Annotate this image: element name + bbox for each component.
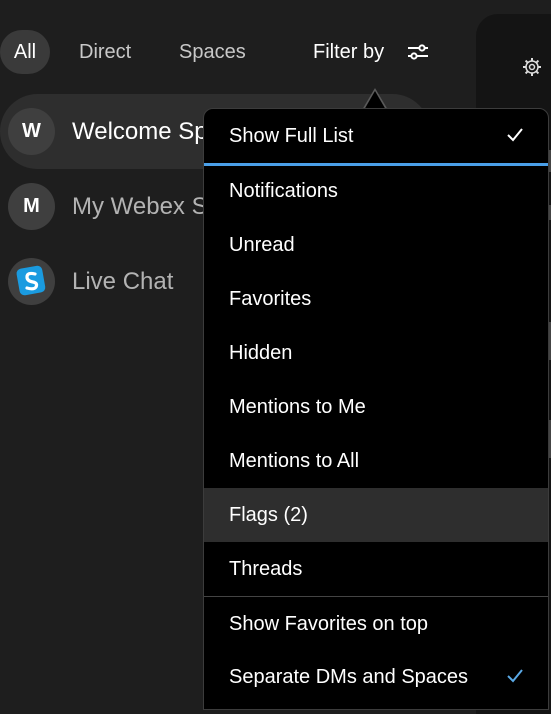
menu-item-label: Mentions to All <box>229 450 360 472</box>
menu-item-hidden[interactable]: Hidden <box>204 326 548 380</box>
menu-item-label: Favorites <box>229 288 312 310</box>
filter-sliders-icon <box>408 44 428 60</box>
menu-item-label: Show Favorites on top <box>229 613 428 635</box>
gear-icon[interactable] <box>522 57 542 77</box>
checkmark-icon <box>507 669 523 683</box>
menu-item-label: Flags (2) <box>229 504 308 526</box>
menu-item-threads[interactable]: Threads <box>204 542 548 596</box>
space-name: Live Chat <box>72 268 174 295</box>
menu-item-unread[interactable]: Unread <box>204 218 548 272</box>
menu-item-label: Show Full List <box>229 125 354 147</box>
webex-chat-logo-icon <box>16 265 46 296</box>
menu-item-flags[interactable]: Flags (2) <box>204 488 548 542</box>
checkmark-icon <box>507 128 523 142</box>
menu-item-mentions-to-all[interactable]: Mentions to All <box>204 434 548 488</box>
filter-by-label: Filter by <box>313 41 385 63</box>
menu-item-notifications[interactable]: Notifications <box>204 164 548 218</box>
menu-item-label: Separate DMs and Spaces <box>229 666 469 688</box>
menu-item-label: Notifications <box>229 180 338 202</box>
avatar: M <box>8 183 55 230</box>
space-name: Welcome Sp <box>72 118 208 145</box>
space-name: My Webex S <box>72 193 208 220</box>
menu-item-separate-dms-and-spaces[interactable]: Separate DMs and Spaces <box>204 650 548 704</box>
menu-item-show-favorites-on-top[interactable]: Show Favorites on top <box>204 597 548 651</box>
menu-item-label: Mentions to Me <box>229 396 366 418</box>
menu-item-label: Unread <box>229 234 295 256</box>
avatar <box>8 258 55 305</box>
menu-item-favorites[interactable]: Favorites <box>204 272 548 326</box>
menu-item-show-full-list[interactable]: Show Full List <box>204 109 548 163</box>
menu-item-mentions-to-me[interactable]: Mentions to Me <box>204 380 548 434</box>
tab-all[interactable]: All <box>0 30 50 74</box>
tab-spaces[interactable]: Spaces <box>179 30 246 74</box>
filter-by-button[interactable]: Filter by <box>313 30 428 74</box>
conversation-filter-tabs: All Direct Spaces Filter by <box>0 30 470 74</box>
filter-dropdown-menu: Show Full List Notifications Unread Favo… <box>203 108 549 710</box>
menu-item-label: Threads <box>229 558 303 580</box>
avatar: W <box>8 108 55 155</box>
tab-direct[interactable]: Direct <box>79 30 131 74</box>
menu-item-label: Hidden <box>229 342 293 364</box>
